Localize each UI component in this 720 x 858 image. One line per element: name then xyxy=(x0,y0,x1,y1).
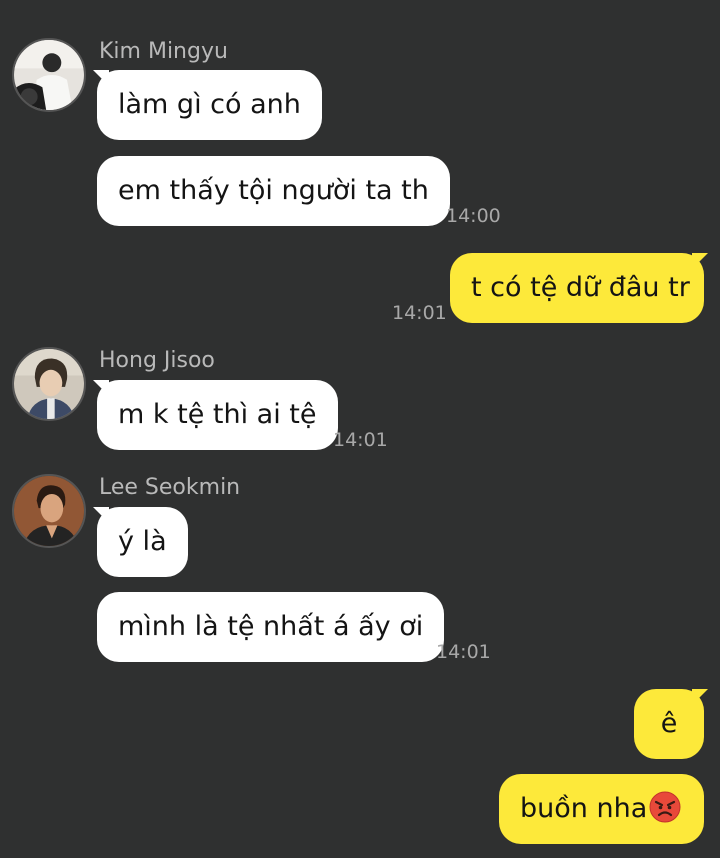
avatar[interactable] xyxy=(12,38,86,112)
message-bubble-outgoing[interactable]: buồn nha xyxy=(499,774,704,844)
message-timestamp: 14:01 xyxy=(333,429,388,451)
message-bubble[interactable]: em thấy tội người ta th xyxy=(97,156,450,226)
message-bubble[interactable]: ý là xyxy=(97,507,188,577)
sender-name: Hong Jisoo xyxy=(99,348,215,373)
sender-name: Kim Mingyu xyxy=(99,39,228,64)
message-bubble-outgoing[interactable]: t có tệ dữ đâu tr xyxy=(450,253,704,323)
bubble-tail xyxy=(692,253,708,269)
profile-photo-icon xyxy=(14,476,84,546)
chat-view: Kim Mingyu làm gì có anh em thấy tội ngư… xyxy=(0,0,720,858)
avatar[interactable] xyxy=(12,347,86,421)
message-bubble[interactable]: làm gì có anh xyxy=(97,70,322,140)
message-text: buồn nha xyxy=(520,793,648,824)
sender-name: Lee Seokmin xyxy=(99,475,241,500)
bubble-tail xyxy=(692,689,708,705)
angry-face-icon xyxy=(649,791,681,823)
message-bubble[interactable]: mình là tệ nhất á ấy ơi xyxy=(97,592,445,662)
profile-photo-icon xyxy=(14,40,84,110)
message-timestamp: 14:01 xyxy=(392,302,447,324)
message-timestamp: 14:00 xyxy=(446,205,501,227)
message-bubble[interactable]: m k tệ thì ai tệ xyxy=(97,380,338,450)
profile-photo-icon xyxy=(14,349,84,419)
message-timestamp: 14:01 xyxy=(436,641,491,663)
avatar[interactable] xyxy=(12,474,86,548)
